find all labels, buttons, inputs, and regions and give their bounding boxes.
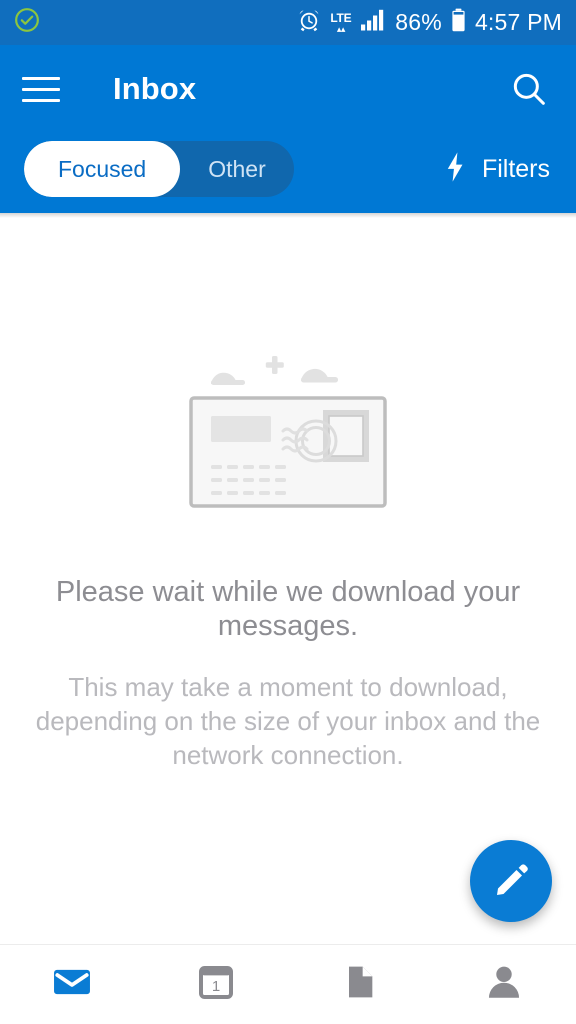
hamburger-menu-icon[interactable] (22, 66, 68, 112)
network-type-label: LTE (330, 10, 352, 25)
search-icon[interactable] (504, 64, 554, 114)
network-type-indicator: LTE ▴▴ (330, 12, 351, 34)
mail-envelope-icon (50, 960, 94, 1009)
filters-label: Filters (481, 154, 550, 183)
tab-other-label: Other (208, 155, 266, 182)
tab-focused[interactable]: Focused (24, 141, 181, 197)
app-root: LTE ▴▴ 86% 4:57 PM Inbox Focused Other F… (0, 0, 576, 1024)
empty-state-subtitle: This may take a moment to download, depe… (35, 672, 541, 771)
tab-other[interactable]: Other (180, 141, 294, 197)
network-activity-arrows: ▴▴ (336, 23, 346, 34)
sparkle-plus-icon (265, 356, 284, 374)
alarm-clock-icon (297, 8, 321, 37)
filters-button[interactable]: Filters (438, 143, 554, 196)
page-title: Inbox (113, 71, 197, 106)
hamburger-bar-3 (22, 98, 60, 102)
nav-item-files[interactable] (288, 945, 432, 1024)
pencil-edit-icon (491, 860, 531, 903)
file-document-icon (340, 962, 380, 1007)
calendar-day-number: 1 (212, 978, 220, 995)
battery-percent-label: 86% (395, 9, 442, 35)
clock-time-label: 4:57 PM (474, 9, 562, 35)
status-bar: LTE ▴▴ 86% 4:57 PM (0, 0, 576, 45)
envelope-postcard-illustration (183, 348, 393, 513)
tab-focused-label: Focused (58, 155, 147, 182)
lightning-bolt-icon (442, 151, 468, 188)
hamburger-bar-1 (22, 76, 60, 80)
nav-item-people[interactable] (432, 945, 576, 1024)
calendar-icon: 1 (196, 962, 236, 1007)
message-list-empty-state: Please wait while we download your messa… (0, 218, 576, 944)
pivot-filter-row: Focused Other Filters (0, 125, 576, 213)
nav-item-mail[interactable] (0, 945, 144, 1024)
signal-bars-icon (360, 9, 386, 36)
bottom-navigation-bar: 1 (0, 944, 576, 1024)
status-bar-left (14, 7, 40, 38)
person-icon (483, 961, 525, 1008)
battery-icon (451, 8, 466, 37)
check-circle-icon (14, 7, 40, 38)
focused-other-segmented-control: Focused Other (24, 141, 294, 197)
nav-item-calendar[interactable]: 1 (144, 945, 288, 1024)
app-bar: Inbox Focused Other Filters (0, 45, 576, 213)
app-bar-top-row: Inbox (0, 53, 576, 125)
compose-fab-button[interactable] (470, 840, 552, 922)
status-bar-right: LTE ▴▴ 86% 4:57 PM (297, 8, 562, 37)
empty-state-title: Please wait while we download your messa… (55, 576, 521, 643)
hamburger-bar-2 (22, 87, 60, 91)
postcard-address-block (211, 416, 271, 442)
